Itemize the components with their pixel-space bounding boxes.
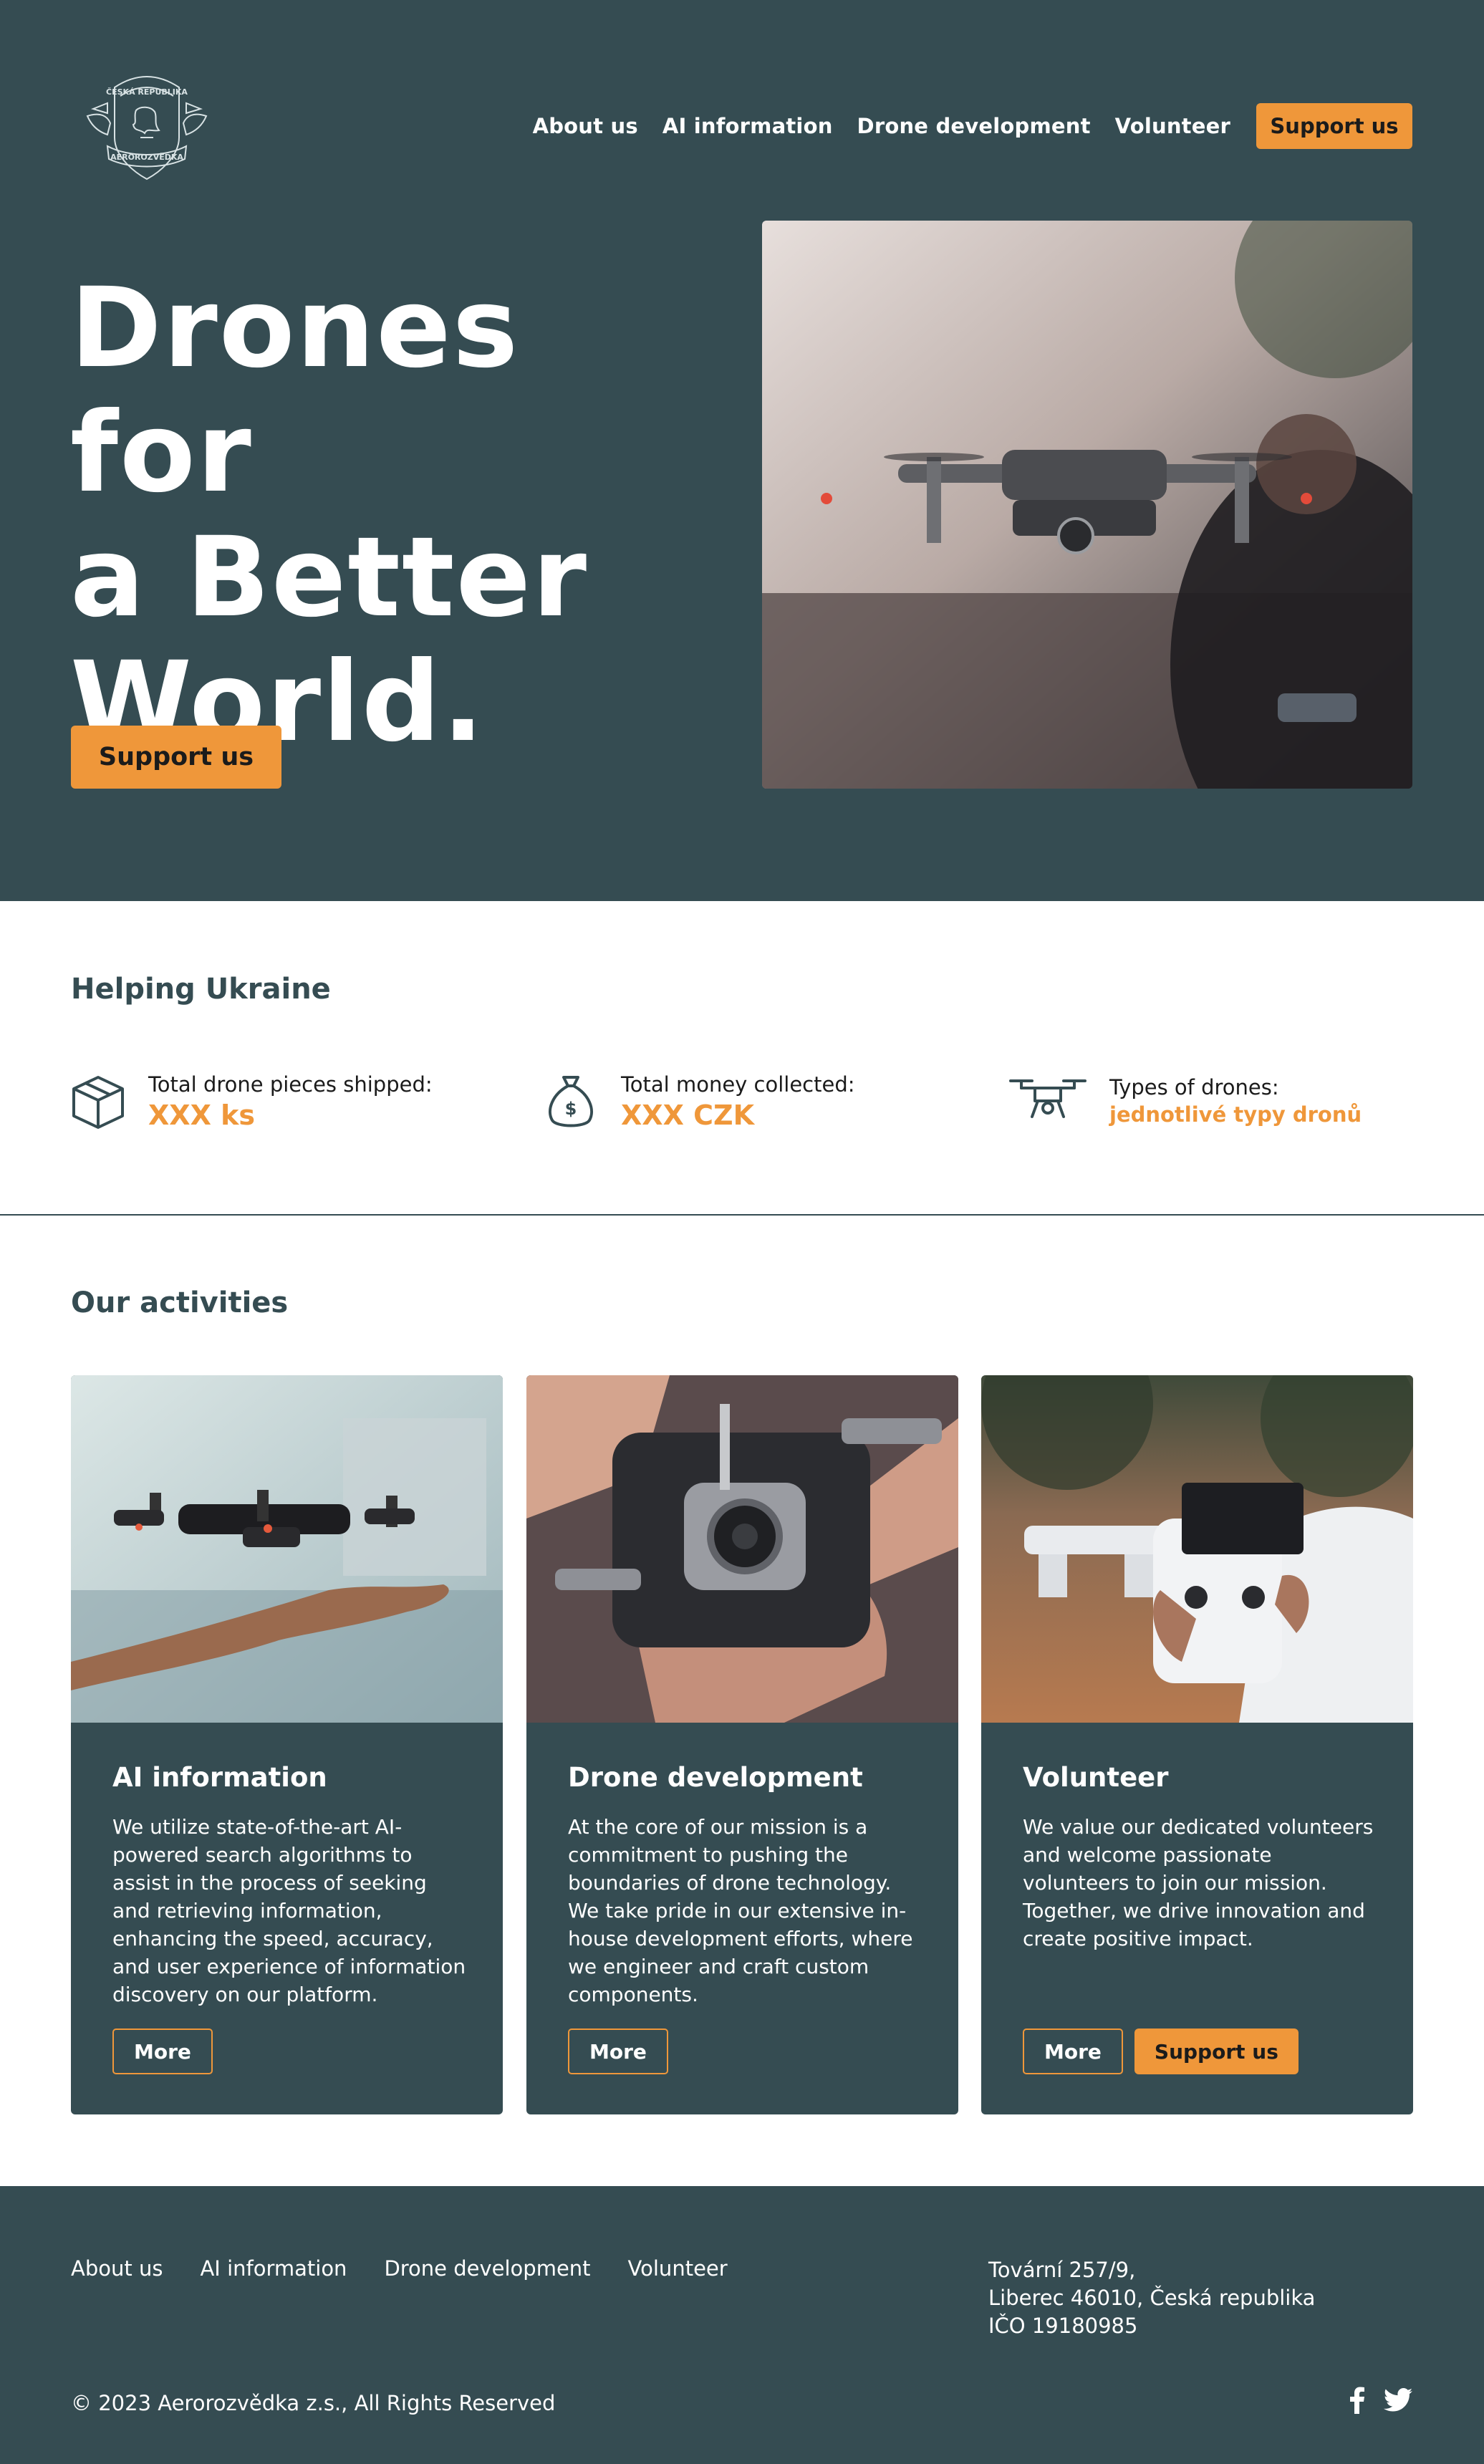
more-button[interactable]: More bbox=[112, 2029, 213, 2074]
footer-address: Tovární 257/9, Liberec 46010, Česká repu… bbox=[988, 2256, 1315, 2340]
drone-icon bbox=[1009, 1079, 1086, 1118]
nav-drone-development[interactable]: Drone development bbox=[857, 114, 1091, 138]
footer-link-drone-development[interactable]: Drone development bbox=[384, 2256, 590, 2281]
card-text: We value our dedicated volunteers and we… bbox=[1023, 1815, 1374, 1950]
helping-ukraine-title: Helping Ukraine bbox=[71, 973, 331, 1006]
card-title: Drone development bbox=[568, 1762, 863, 1793]
footer-link-ai-information[interactable]: AI information bbox=[200, 2256, 347, 2281]
card-actions: More bbox=[112, 2029, 213, 2074]
address-line: Tovární 257/9, bbox=[988, 2258, 1136, 2282]
card-text: At the core of our mission is a commitme… bbox=[568, 1815, 913, 2006]
svg-text:$: $ bbox=[565, 1099, 577, 1119]
card-support-us-button[interactable]: Support us bbox=[1134, 2029, 1298, 2074]
card-body: AI information We utilize state-of-the-a… bbox=[112, 1762, 471, 2008]
card-body: Drone development At the core of our mis… bbox=[568, 1762, 926, 2008]
hero-section: ČESKÁ REPUBLIKA AEROROZVĚDKA About us AI… bbox=[0, 0, 1484, 901]
logo[interactable]: ČESKÁ REPUBLIKA AEROROZVĚDKA bbox=[79, 66, 215, 183]
nav-ai-information[interactable]: AI information bbox=[662, 114, 833, 138]
section-divider bbox=[0, 1214, 1484, 1216]
activity-card-ai: AI information We utilize state-of-the-a… bbox=[71, 1375, 503, 2114]
stat-drone-types: Types of drones: jednotlivé typy dronů bbox=[1008, 1072, 1362, 1130]
footer: About us AI information Drone developmen… bbox=[0, 2186, 1484, 2464]
card-title: AI information bbox=[112, 1762, 327, 1793]
facebook-icon[interactable] bbox=[1349, 2387, 1365, 2414]
address-line: Liberec 46010, Česká republika bbox=[988, 2286, 1316, 2310]
stat-label: Total drone pieces shipped: bbox=[148, 1072, 433, 1097]
more-button[interactable]: More bbox=[1023, 2029, 1123, 2074]
stat-label: Total money collected: bbox=[621, 1072, 855, 1097]
hero-drone-photo bbox=[762, 221, 1412, 789]
footer-link-about-us[interactable]: About us bbox=[71, 2256, 163, 2281]
stat-value: jednotlivé typy dronů bbox=[1109, 1102, 1362, 1127]
nav-volunteer[interactable]: Volunteer bbox=[1115, 114, 1230, 138]
copyright: © 2023 Aerorozvědka z.s., All Rights Res… bbox=[71, 2391, 556, 2415]
footer-nav: About us AI information Drone developmen… bbox=[71, 2256, 728, 2281]
card-image-hand-drone bbox=[71, 1375, 503, 1723]
card-actions: More Support us bbox=[1023, 2029, 1298, 2074]
footer-link-volunteer[interactable]: Volunteer bbox=[628, 2256, 728, 2281]
more-button[interactable]: More bbox=[568, 2029, 668, 2074]
our-activities-title: Our activities bbox=[71, 1286, 289, 1319]
box-icon bbox=[72, 1076, 124, 1129]
card-actions: More bbox=[568, 2029, 668, 2074]
activity-card-volunteer: Volunteer We value our dedicated volunte… bbox=[981, 1375, 1413, 2114]
card-image-controller bbox=[981, 1375, 1413, 1723]
hero-title: Drones for a Better World. bbox=[70, 266, 715, 765]
svg-text:ČESKÁ REPUBLIKA: ČESKÁ REPUBLIKA bbox=[106, 87, 188, 97]
stat-drone-pieces: Total drone pieces shipped: XXX ks bbox=[69, 1072, 433, 1131]
stat-label: Types of drones: bbox=[1109, 1075, 1279, 1099]
stat-value: XXX CZK bbox=[621, 1099, 755, 1131]
card-text: We utilize state-of-the-art AI-powered s… bbox=[112, 1815, 466, 2006]
stat-value: XXX ks bbox=[148, 1099, 256, 1131]
card-body: Volunteer We value our dedicated volunte… bbox=[1023, 1762, 1381, 1953]
main-nav: About us AI information Drone developmen… bbox=[533, 103, 1412, 149]
stat-money-collected: $ Total money collected: XXX CZK bbox=[542, 1072, 855, 1131]
svg-text:AEROROZVĚDKA: AEROROZVĚDKA bbox=[110, 153, 183, 162]
hero-title-line2: a Better bbox=[70, 514, 588, 642]
card-title: Volunteer bbox=[1023, 1762, 1169, 1793]
social-links bbox=[1349, 2387, 1412, 2414]
hero-title-line1: Drones for bbox=[70, 264, 520, 517]
hero-support-us-button[interactable]: Support us bbox=[71, 726, 281, 789]
nav-about-us[interactable]: About us bbox=[533, 114, 638, 138]
activity-card-drone-development: Drone development At the core of our mis… bbox=[526, 1375, 958, 2114]
card-image-drone-repair bbox=[526, 1375, 958, 1723]
nav-support-us-button[interactable]: Support us bbox=[1256, 103, 1412, 149]
twitter-icon[interactable] bbox=[1384, 2388, 1412, 2412]
company-id: IČO 19180985 bbox=[988, 2314, 1138, 2338]
money-bag-icon: $ bbox=[549, 1076, 593, 1127]
